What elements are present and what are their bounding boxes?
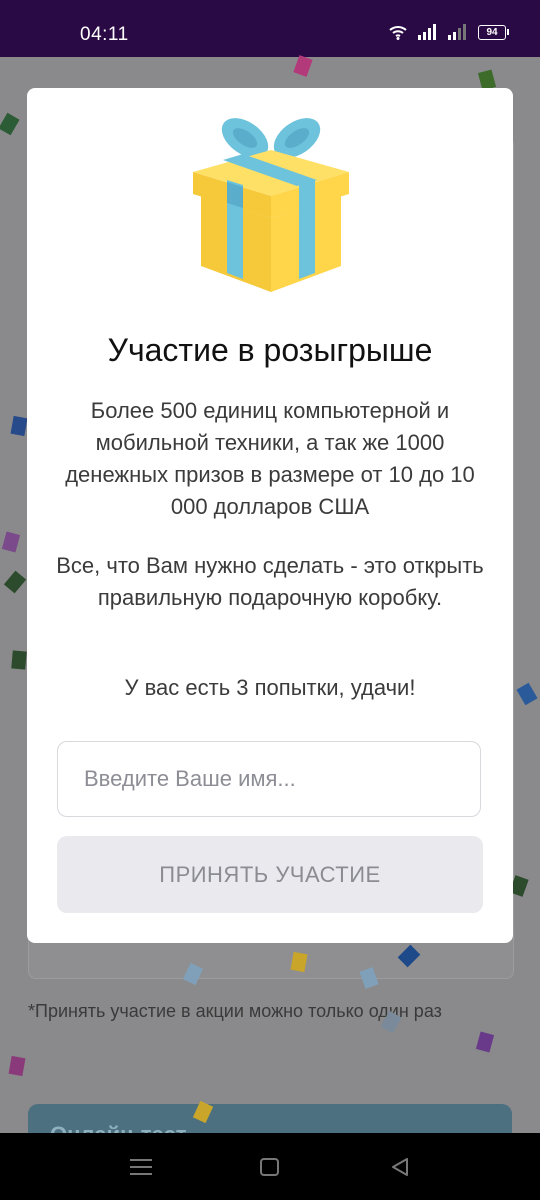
status-bar: 04:11 94 bbox=[0, 0, 540, 57]
confetti-piece bbox=[3, 570, 27, 594]
back-icon[interactable] bbox=[390, 1158, 410, 1176]
participation-note: *Принять участие в акции можно только од… bbox=[28, 1001, 442, 1021]
confetti-piece bbox=[293, 55, 313, 77]
confetti-piece bbox=[0, 112, 20, 136]
prize-description: Более 500 единиц компьютерной и мобильно… bbox=[65, 398, 475, 519]
navigation-bar bbox=[0, 1133, 540, 1200]
battery-icon: 94 bbox=[478, 24, 509, 40]
confetti-piece bbox=[11, 650, 27, 670]
instruction-text: Все, что Вам нужно сделать - это открыть… bbox=[56, 553, 484, 610]
signal-icon bbox=[418, 24, 436, 40]
wifi-icon bbox=[389, 26, 407, 40]
status-time: 04:11 bbox=[80, 24, 129, 45]
modal-title: Участие в розыгрыше bbox=[107, 332, 433, 368]
confetti-piece bbox=[8, 1055, 26, 1077]
confetti-piece bbox=[1, 531, 21, 553]
signal-icon-secondary bbox=[448, 24, 466, 40]
name-input[interactable] bbox=[57, 741, 481, 817]
confetti-piece bbox=[10, 415, 28, 437]
home-icon[interactable] bbox=[260, 1158, 280, 1176]
gift-box-icon bbox=[193, 118, 349, 292]
attempts-text: У вас есть 3 попытки, удачи! bbox=[124, 675, 416, 700]
menu-icon[interactable] bbox=[130, 1158, 152, 1176]
status-icons: 94 bbox=[388, 24, 509, 40]
participate-button[interactable]: ПРИНЯТЬ УЧАСТИЕ bbox=[57, 836, 483, 913]
confetti-piece bbox=[475, 1031, 495, 1053]
confetti-piece bbox=[516, 682, 538, 706]
giveaway-modal: Участие в розыгрыше Более 500 единиц ком… bbox=[27, 88, 513, 943]
